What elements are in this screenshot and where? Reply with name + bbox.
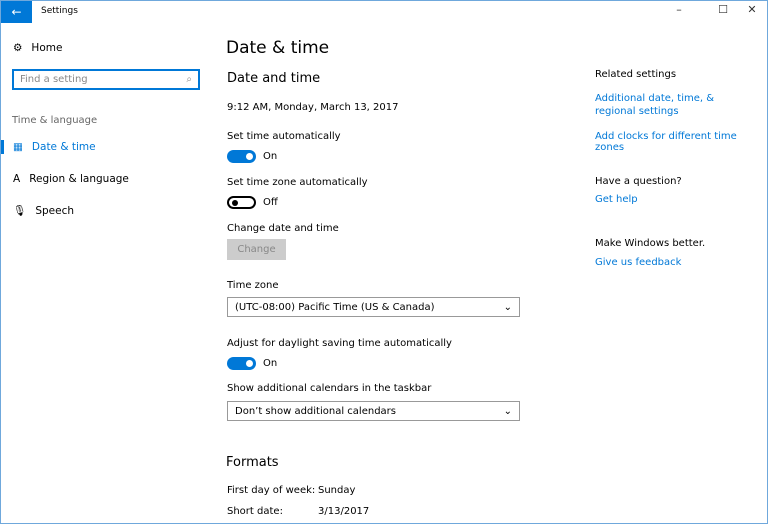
dst-label: Adjust for daylight saving time automati… (227, 338, 452, 349)
gear-icon: ⚙ (13, 42, 22, 54)
set-time-auto-label: Set time automatically (227, 131, 341, 142)
sidebar-item-date-time[interactable]: ▦ Date & time (13, 141, 96, 153)
calendars-select[interactable]: Don’t show additional calendars ⌄ (227, 401, 520, 421)
set-tz-auto-state: Off (263, 197, 278, 208)
calendars-value: Don’t show additional calendars (235, 406, 396, 417)
window-title: Settings (41, 6, 78, 16)
timezone-value: (UTC-08:00) Pacific Time (US & Canada) (235, 302, 435, 313)
chevron-down-icon: ⌄ (504, 406, 512, 417)
sidebar-item-label: Date & time (32, 141, 96, 153)
question-heading: Have a question? (595, 176, 682, 187)
maximize-button[interactable]: ☐ (708, 3, 738, 16)
back-arrow-icon: ← (11, 5, 21, 19)
section-title: Date and time (227, 71, 320, 86)
change-datetime-label: Change date and time (227, 223, 339, 234)
dst-toggle[interactable] (227, 357, 256, 370)
sidebar-section-label: Time & language (12, 115, 97, 126)
format-value: Sunday (318, 485, 355, 496)
selected-indicator (1, 140, 4, 154)
add-clocks-link[interactable]: Add clocks for different time zones (595, 131, 767, 153)
search-placeholder: Find a setting (20, 74, 88, 85)
calendar-clock-icon: ▦ (13, 141, 23, 153)
search-icon: ⌕ (186, 74, 192, 85)
home-label: Home (31, 42, 62, 54)
sidebar-item-label: Region & language (29, 173, 129, 185)
related-settings-heading: Related settings (595, 69, 676, 80)
set-time-auto-toggle[interactable] (227, 150, 256, 163)
timezone-label: Time zone (227, 280, 279, 291)
set-tz-auto-label: Set time zone automatically (227, 177, 368, 188)
microphone-icon: 🎙 (13, 204, 26, 217)
get-help-link[interactable]: Get help (595, 194, 638, 205)
timezone-select[interactable]: (UTC-08:00) Pacific Time (US & Canada) ⌄ (227, 297, 520, 317)
feedback-link[interactable]: Give us feedback (595, 257, 681, 268)
page-title: Date & time (226, 38, 329, 58)
minimize-button[interactable]: – (664, 3, 694, 16)
change-button[interactable]: Change (227, 239, 286, 260)
set-time-auto-state: On (263, 151, 277, 162)
sidebar-item-speech[interactable]: 🎙 Speech (13, 204, 74, 217)
format-value: 3/13/2017 (318, 506, 369, 517)
formats-title: Formats (226, 455, 279, 470)
set-tz-auto-toggle[interactable] (227, 196, 256, 209)
dst-state: On (263, 358, 277, 369)
current-datetime: 9:12 AM, Monday, March 13, 2017 (227, 102, 399, 113)
additional-settings-link[interactable]: Additional date, time, & regional settin… (595, 92, 755, 118)
close-button[interactable]: ✕ (737, 3, 767, 16)
sidebar-home[interactable]: ⚙ Home (13, 42, 62, 54)
back-button[interactable]: ← (1, 1, 32, 23)
feedback-heading: Make Windows better. (595, 238, 705, 249)
chevron-down-icon: ⌄ (504, 302, 512, 313)
sidebar-item-label: Speech (35, 205, 74, 217)
search-input[interactable]: Find a setting ⌕ (12, 69, 200, 90)
language-icon: A (13, 173, 20, 185)
format-key: First day of week: (227, 485, 315, 496)
sidebar-item-region-language[interactable]: A Region & language (13, 173, 129, 185)
calendars-label: Show additional calendars in the taskbar (227, 383, 431, 394)
format-key: Short date: (227, 506, 283, 517)
